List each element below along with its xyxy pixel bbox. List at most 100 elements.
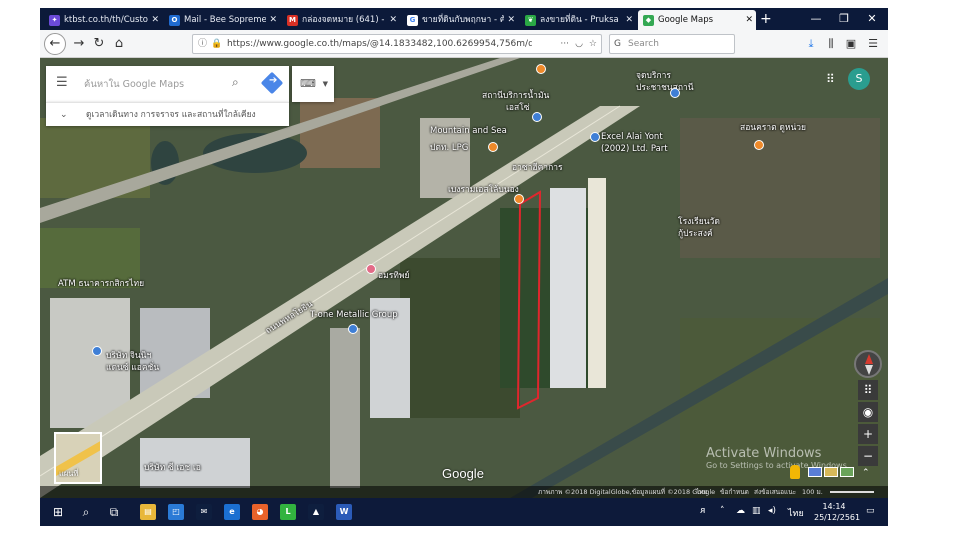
close-icon[interactable]: ✕ [507, 10, 515, 30]
map-label[interactable]: T-one Metallic Group [310, 310, 398, 320]
compass-icon[interactable] [854, 350, 882, 378]
satellite-map[interactable]: จุดบริการ ประชาชนสถานี สถานีบริการน้ำมัน… [40, 58, 888, 498]
maps-search-box[interactable]: ☰ ค้นหาใน Google Maps ⌕ ➔ [46, 66, 289, 102]
download-icon[interactable]: ⤓ [802, 35, 820, 53]
terms-link[interactable]: ข้อกำหนด [720, 486, 749, 498]
sidebar-icon[interactable]: ▣ [842, 35, 860, 53]
map-label[interactable]: บริษัท ซี เอช เอ [144, 460, 201, 474]
pegman-icon[interactable] [790, 465, 800, 479]
back-button[interactable]: ← [44, 33, 66, 55]
map-label[interactable]: อาซาฮีคาการ [512, 160, 563, 174]
maps-search-input[interactable]: ค้นหาใน Google Maps [84, 77, 184, 92]
map-label[interactable]: ประชาชนสถานี [636, 80, 694, 94]
apps-icon[interactable]: ⠿ [826, 72, 835, 86]
place-pin-icon[interactable] [536, 64, 546, 74]
map-label[interactable]: ATM ธนาคารกสิกรไทย [58, 276, 144, 290]
network-icon[interactable]: ▥ [752, 506, 761, 516]
imagery-thumbnail[interactable] [824, 467, 838, 477]
tab-google-search[interactable]: G ขายที่ดินกับพฤกษา - ค้นห ✕ [402, 10, 518, 30]
place-pin-icon[interactable] [366, 264, 376, 274]
store-icon[interactable]: ◰ [168, 504, 184, 520]
close-window-button[interactable]: ✕ [858, 10, 886, 28]
map-label[interactable]: เอสโซ่ [506, 100, 530, 114]
input-language[interactable]: ไทย [788, 506, 804, 520]
place-pin-icon[interactable] [488, 142, 498, 152]
expand-icon[interactable]: ⌃ [862, 468, 870, 478]
my-location-icon[interactable]: ◉ [858, 402, 878, 422]
map-layer-toggle[interactable]: แผนที่ [54, 432, 102, 484]
info-icon[interactable]: ⓘ [198, 35, 207, 53]
tab-pruksa[interactable]: ❦ ลงขายที่ดิน - Pruksa ✕ [520, 10, 636, 30]
place-pin-icon[interactable] [92, 346, 102, 356]
chevron-up-icon[interactable]: ˄ [720, 506, 725, 516]
tab-mail[interactable]: O Mail - Bee Sopreme - Ou ✕ [164, 10, 280, 30]
map-label[interactable]: Excel Alai Yont [601, 132, 663, 142]
place-pin-icon[interactable] [348, 324, 358, 334]
close-icon[interactable]: ✕ [389, 10, 397, 30]
search-icon[interactable]: ⌕ [232, 75, 239, 90]
menu-icon[interactable]: ☰ [864, 35, 882, 53]
map-label[interactable]: สอนคราต ดูหน่วย [740, 120, 806, 134]
windows-taskbar: ⊞ ⌕ ⧉ ▤ ◰ ✉ e ◕ L ▲ W ᴙ ˄ ☁ ▥ ◂) ไทย 14:… [40, 498, 888, 526]
close-icon[interactable]: ✕ [625, 10, 633, 30]
search-icon[interactable]: ⌕ [76, 502, 96, 522]
photos-icon[interactable]: ▲ [308, 504, 324, 520]
onedrive-icon[interactable]: ☁ [736, 506, 745, 516]
map-label[interactable]: แดนซ์ แอคชั่น [106, 360, 159, 374]
system-clock[interactable]: 14:14 25/12/2561 [814, 501, 860, 523]
avatar[interactable]: S [848, 68, 870, 90]
map-label[interactable]: (2002) Ltd. Part [601, 144, 668, 154]
close-icon[interactable]: ✕ [269, 10, 277, 30]
map-label[interactable]: กู้ประสงค์ [678, 226, 713, 240]
pocket-icon[interactable]: ◡ [575, 35, 583, 53]
file-explorer-icon[interactable]: ▤ [140, 504, 156, 520]
place-pin-icon[interactable] [670, 88, 680, 98]
new-tab-button[interactable]: + [760, 10, 772, 28]
page-actions-icon[interactable]: ··· [560, 35, 569, 53]
close-icon[interactable]: ✕ [151, 10, 159, 30]
restore-button[interactable]: ❐ [830, 10, 858, 28]
map-label[interactable]: ปตท. LPG [430, 140, 468, 154]
tab-gmail[interactable]: M กล่องจดหมาย (641) - supr ✕ [282, 10, 400, 30]
place-pin-icon[interactable] [532, 112, 542, 122]
edge-icon[interactable]: e [224, 504, 240, 520]
place-pin-icon[interactable] [590, 132, 600, 142]
task-view-icon[interactable]: ⧉ [104, 502, 124, 522]
forward-button[interactable]: → [70, 35, 88, 53]
tab-google-maps[interactable]: ◆ Google Maps ✕ [638, 10, 756, 30]
place-pin-icon[interactable] [754, 140, 764, 150]
place-pin-icon[interactable] [514, 194, 524, 204]
nearby-panel-toggle[interactable]: ⌄ ดูเวลาเดินทาง การจราจร และสถานที่ใกล้เ… [46, 102, 289, 126]
language-link[interactable]: ไทย [696, 486, 707, 498]
mail-icon[interactable]: ✉ [196, 504, 212, 520]
library-icon[interactable]: ⫼ [822, 35, 840, 53]
hamburger-menu-icon[interactable]: ☰ [56, 75, 68, 90]
zoom-out-button[interactable]: − [858, 446, 878, 466]
map-label[interactable]: Mountain and Sea [430, 126, 507, 136]
url-bar[interactable]: ⓘ 🔒 https://www.google.co.th/maps/@14.18… [192, 34, 602, 54]
tab-ktbst[interactable]: ✦ ktbst.co.th/th/Customer ✕ [44, 10, 162, 30]
imagery-thumbnail[interactable] [808, 467, 822, 477]
line-icon[interactable]: L [280, 504, 296, 520]
zoom-in-button[interactable]: + [858, 424, 878, 444]
feedback-link[interactable]: ส่งข้อเสนอแนะ [754, 486, 796, 498]
browser-search-input[interactable]: G Search [609, 34, 735, 54]
map-label[interactable]: อมรทิพย์ [378, 268, 409, 282]
imagery-thumbnail[interactable] [840, 467, 854, 477]
bookmark-star-icon[interactable]: ☆ [589, 35, 597, 53]
close-icon[interactable]: ✕ [745, 10, 753, 30]
nearby-text: ดูเวลาเดินทาง การจราจร และสถานที่ใกล้เคี… [86, 110, 256, 120]
tilt-icon[interactable]: ⠿ [858, 380, 878, 400]
people-icon[interactable]: ᴙ [700, 506, 705, 516]
notifications-icon[interactable]: ▭ [866, 506, 875, 516]
home-button[interactable]: ⌂ [110, 35, 128, 53]
firefox-icon[interactable]: ◕ [252, 504, 268, 520]
map-label[interactable]: เบงรามเอสโล้บนอง [448, 182, 519, 196]
windows-start-icon[interactable]: ⊞ [48, 502, 68, 522]
directions-icon[interactable]: ➔ [260, 71, 284, 95]
input-tools-button[interactable]: ⌨ ▼ [292, 66, 334, 102]
word-icon[interactable]: W [336, 504, 352, 520]
volume-icon[interactable]: ◂) [768, 506, 776, 516]
reload-button[interactable]: ↻ [90, 35, 108, 53]
minimize-button[interactable]: — [802, 10, 830, 28]
